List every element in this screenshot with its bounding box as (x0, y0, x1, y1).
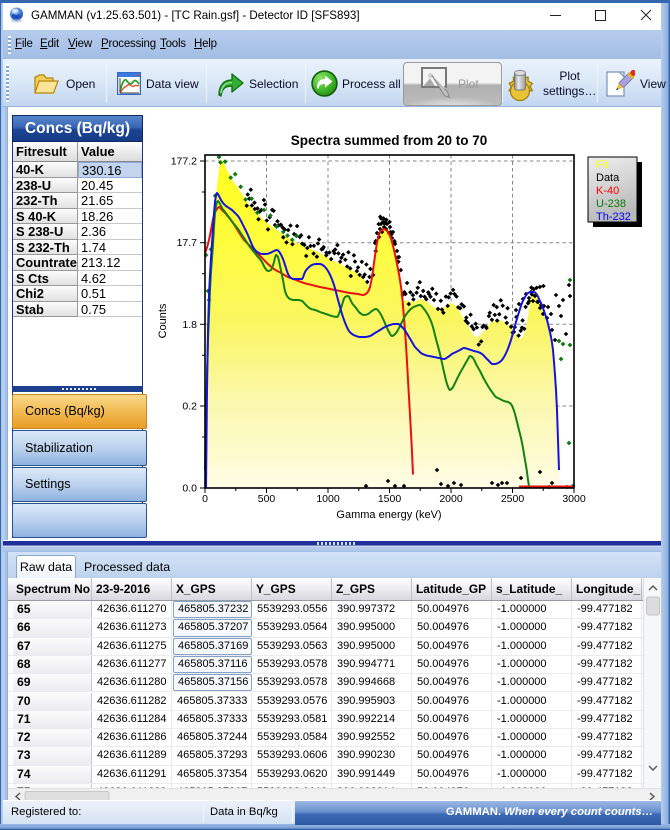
svg-text:2000: 2000 (439, 493, 463, 505)
svg-text:1500: 1500 (378, 493, 402, 505)
svg-text:0.0: 0.0 (182, 483, 197, 495)
svg-text:177.2: 177.2 (171, 156, 197, 168)
svg-text:500: 500 (258, 493, 276, 505)
svg-text:Data: Data (596, 172, 620, 184)
svg-text:2500: 2500 (501, 493, 525, 505)
svg-text:3000: 3000 (562, 493, 586, 505)
svg-text:Spectra summed from 20 to 70: Spectra summed from 20 to 70 (291, 133, 488, 148)
svg-text:Gamma energy (keV): Gamma energy (keV) (336, 509, 441, 521)
svg-text:Th-232: Th-232 (596, 211, 631, 223)
svg-text:Fit: Fit (596, 159, 608, 171)
svg-text:1.8: 1.8 (182, 319, 197, 331)
svg-text:K-40: K-40 (596, 185, 619, 197)
svg-text:Counts: Counts (157, 303, 169, 338)
svg-text:U-238: U-238 (596, 198, 626, 210)
svg-text:1000: 1000 (316, 493, 340, 505)
svg-text:0.2: 0.2 (182, 401, 197, 413)
svg-text:17.7: 17.7 (177, 237, 198, 249)
svg-text:0: 0 (202, 493, 208, 505)
